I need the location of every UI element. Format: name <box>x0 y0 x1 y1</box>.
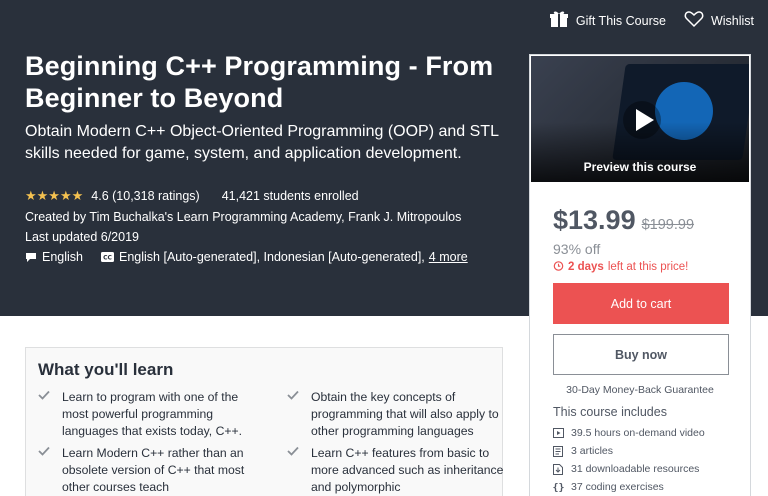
closed-captions-icon: CC <box>101 252 114 262</box>
article-icon <box>553 445 569 457</box>
play-icon[interactable] <box>622 100 662 140</box>
original-price: $199.99 <box>641 217 695 233</box>
price-row: $13.99 $199.99 <box>553 205 694 236</box>
timer-days: 2 days <box>568 261 604 273</box>
includes-title: This course includes <box>553 405 667 419</box>
learn-item: Obtain the key concepts of programming t… <box>287 389 511 440</box>
list-item: 39.5 hours on-demand video <box>553 424 705 442</box>
current-price: $13.99 <box>553 205 636 235</box>
learn-item: Learn Modern C++ rather than an obsolete… <box>38 445 262 496</box>
sale-timer: 2 days left at this price! <box>553 260 688 274</box>
top-actions: Gift This Course Wishlist <box>549 10 754 31</box>
includes-list: 39.5 hours on-demand video 3 articles 31… <box>553 424 705 496</box>
gift-icon <box>549 10 569 31</box>
list-item: 3 articles <box>553 442 705 460</box>
language-label: English <box>42 250 83 264</box>
heart-icon <box>684 10 704 31</box>
svg-text:CC: CC <box>103 255 112 262</box>
what-you-learn-box: What you'll learn Learn to program with … <box>25 347 503 496</box>
list-item: {} 37 coding exercises <box>553 481 664 493</box>
buy-now-button[interactable]: Buy now <box>553 334 729 375</box>
check-icon <box>38 389 50 406</box>
gift-course-button[interactable]: Gift This Course <box>549 10 666 31</box>
learn-item: Learn C++ features from basic to more ad… <box>287 445 511 496</box>
gift-label: Gift This Course <box>575 13 666 28</box>
discount-percent: 93% off <box>553 241 601 257</box>
rating-row: ★★★★★ 4.6 (10,318 ratings) 41,421 studen… <box>25 188 359 204</box>
code-icon: {} <box>553 482 569 493</box>
course-preview-video[interactable]: Preview this course <box>531 56 749 182</box>
course-instructors[interactable]: Created by Tim Buchalka's Learn Programm… <box>25 210 461 224</box>
course-subtitle: Obtain Modern C++ Object-Oriented Progra… <box>25 123 499 162</box>
wishlist-button[interactable]: Wishlist <box>684 10 754 31</box>
language-row: English CC English [Auto-generated], Ind… <box>25 250 468 264</box>
video-icon <box>553 428 569 438</box>
preview-label: Preview this course <box>583 160 697 174</box>
add-to-cart-button[interactable]: Add to cart <box>553 283 729 324</box>
course-title: Beginning C++ Programming - From Beginne… <box>25 51 494 113</box>
wishlist-label: Wishlist <box>710 13 754 28</box>
check-icon <box>287 445 299 462</box>
list-item: 31 downloadable resources <box>553 460 705 478</box>
what-you-learn-title: What you'll learn <box>38 360 174 379</box>
captions-list: English [Auto-generated], Indonesian [Au… <box>119 250 425 264</box>
check-icon <box>287 389 299 406</box>
check-icon <box>38 445 50 462</box>
more-captions-link[interactable]: 4 more <box>429 250 468 264</box>
last-updated: Last updated 6/2019 <box>25 230 139 244</box>
speech-bubble-icon <box>25 252 37 263</box>
svg-text:{}: {} <box>553 483 564 493</box>
timer-text: left at this price! <box>607 261 689 273</box>
alarm-clock-icon <box>553 260 564 274</box>
rating-value[interactable]: 4.6 (10,318 ratings) <box>91 189 199 203</box>
download-icon <box>553 463 569 475</box>
purchase-sidebar: Preview this course $13.99 $199.99 93% o… <box>529 54 751 496</box>
star-rating-icon: ★★★★★ <box>25 188 84 203</box>
students-enrolled: 41,421 students enrolled <box>221 189 359 203</box>
money-back-guarantee: 30-Day Money-Back Guarantee <box>566 384 714 396</box>
learn-item: Learn to program with one of the most po… <box>38 389 262 440</box>
